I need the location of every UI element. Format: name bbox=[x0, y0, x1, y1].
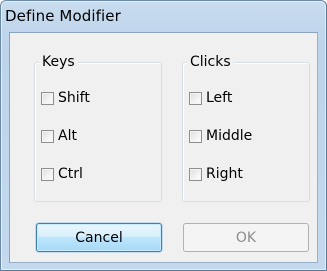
middle-click-checkbox[interactable] bbox=[189, 129, 202, 143]
ok-button[interactable]: OK bbox=[183, 223, 309, 252]
alt-checkbox[interactable] bbox=[41, 129, 54, 143]
left-click-checkbox[interactable] bbox=[189, 91, 202, 105]
middle-click-checkbox-row[interactable]: Middle bbox=[189, 126, 252, 146]
keys-group-legend: Keys bbox=[39, 53, 78, 71]
cancel-button[interactable]: Cancel bbox=[36, 223, 162, 252]
middle-click-label[interactable]: Middle bbox=[206, 128, 252, 144]
ctrl-checkbox[interactable] bbox=[41, 167, 54, 181]
left-click-checkbox-row[interactable]: Left bbox=[189, 88, 232, 108]
ctrl-checkbox-row[interactable]: Ctrl bbox=[41, 164, 83, 184]
dialog-window: Define Modifier Keys Shift Alt Ctrl Clic… bbox=[0, 0, 327, 271]
clicks-group-legend: Clicks bbox=[187, 53, 234, 71]
alt-label[interactable]: Alt bbox=[58, 128, 77, 144]
keys-group: Keys Shift Alt Ctrl bbox=[34, 53, 162, 202]
right-click-checkbox-row[interactable]: Right bbox=[189, 164, 243, 184]
clicks-group: Clicks Left Middle Right bbox=[182, 53, 310, 202]
title-bar[interactable]: Define Modifier bbox=[1, 1, 326, 31]
right-click-checkbox[interactable] bbox=[189, 167, 202, 181]
right-click-label[interactable]: Right bbox=[206, 166, 243, 182]
dialog-client-area: Keys Shift Alt Ctrl Clicks Left Middle R… bbox=[9, 32, 318, 263]
left-click-label[interactable]: Left bbox=[206, 90, 232, 106]
shift-label[interactable]: Shift bbox=[58, 90, 90, 106]
window-title: Define Modifier bbox=[5, 7, 121, 25]
alt-checkbox-row[interactable]: Alt bbox=[41, 126, 77, 146]
ctrl-label[interactable]: Ctrl bbox=[58, 166, 83, 182]
shift-checkbox[interactable] bbox=[41, 91, 54, 105]
shift-checkbox-row[interactable]: Shift bbox=[41, 88, 90, 108]
